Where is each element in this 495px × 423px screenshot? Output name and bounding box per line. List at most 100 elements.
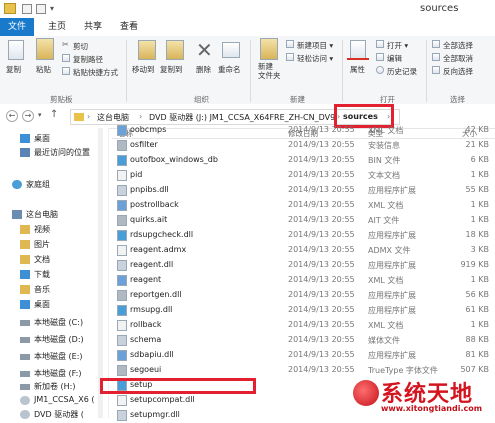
select-all-button[interactable]: 全部选择 — [443, 40, 473, 51]
cut-icon[interactable]: ✂ — [62, 40, 70, 49]
file-name: rdsupgcheck.dll — [130, 230, 194, 239]
tab-share[interactable]: 共享 — [78, 18, 108, 36]
delete-button[interactable]: 删除 — [196, 64, 211, 75]
history-button[interactable]: 历史记录 — [387, 66, 417, 77]
select-all-icon[interactable] — [432, 40, 440, 48]
file-row[interactable]: postrollback 2014/9/13 20:55 XML 文档 1 KB — [112, 198, 495, 213]
tab-view[interactable]: 查看 — [114, 18, 144, 36]
file-row[interactable]: sdbapiu.dll 2014/9/13 20:55 应用程序扩展 81 KB — [112, 348, 495, 363]
invert-selection-icon[interactable] — [432, 66, 440, 74]
back-icon[interactable]: ← — [6, 110, 18, 122]
file-date: 2014/9/13 20:55 — [288, 290, 355, 299]
file-row[interactable]: pid 2014/9/13 20:55 文本文档 1 KB — [112, 168, 495, 183]
file-date: 2014/9/13 20:55 — [288, 320, 355, 329]
up-icon[interactable]: ↑ — [50, 109, 58, 120]
cut-button[interactable]: 剪切 — [73, 41, 88, 52]
file-icon — [117, 245, 127, 256]
properties-button[interactable]: 属性 — [350, 64, 365, 75]
new-folder-button[interactable]: 新建 文件夹 — [258, 62, 281, 80]
file-date: 2014/9/13 20:55 — [288, 260, 355, 269]
file-type: 应用程序扩展 — [368, 186, 416, 195]
properties-quick-icon[interactable] — [22, 4, 32, 14]
open-icon[interactable] — [376, 40, 384, 48]
file-row[interactable]: outofbox_windows_db 2014/9/13 20:55 BIN 文件… — [112, 153, 495, 168]
file-row[interactable]: oobcmps 2014/9/13 20:55 XML 文档 42 KB — [112, 123, 495, 138]
file-name: quirks.ait — [130, 215, 168, 224]
edit-icon[interactable] — [376, 53, 384, 61]
open-button[interactable]: 打开 ▾ — [387, 40, 408, 51]
file-icon — [117, 155, 127, 166]
breadcrumb-item-dvd-drive[interactable]: DVD 驱动器 (J:) JM1_CCSA_X64FRE_ZH-CN_DV9 — [149, 112, 335, 123]
copy-button[interactable]: 复制 — [6, 64, 21, 75]
desktop-folder-icon — [20, 300, 30, 309]
file-icon — [117, 305, 127, 316]
nav-scrollbar[interactable] — [98, 128, 103, 418]
new-folder-icon[interactable] — [260, 38, 278, 60]
file-icon — [117, 350, 127, 361]
copy-icon[interactable] — [8, 40, 24, 60]
file-size: 21 KB — [465, 140, 489, 149]
new-item-icon[interactable] — [286, 40, 294, 48]
file-icon — [117, 260, 127, 271]
breadcrumb-separator: › — [139, 112, 143, 121]
file-row[interactable]: osfilter 2014/9/13 20:55 安装信息 21 KB — [112, 138, 495, 153]
paste-shortcut-button[interactable]: 粘贴快捷方式 — [73, 67, 118, 78]
file-name: osfilter — [130, 140, 158, 149]
file-row[interactable]: reagent.dll 2014/9/13 20:55 应用程序扩展 919 KB — [112, 258, 495, 273]
file-icon — [117, 335, 127, 346]
paste-icon[interactable] — [36, 38, 54, 60]
desktop-icon — [20, 134, 30, 143]
file-row[interactable]: reagent.admx 2014/9/13 20:55 ADMX 文件 3 KB — [112, 243, 495, 258]
title-bar: ▾ sources — [0, 0, 495, 18]
file-icon — [117, 320, 127, 331]
quick-access-dropdown-icon[interactable]: ▾ — [50, 4, 54, 13]
pictures-folder-icon — [20, 240, 30, 249]
copy-path-button[interactable]: 复制路径 — [73, 54, 103, 65]
file-row[interactable]: rmsupg.dll 2014/9/13 20:55 应用程序扩展 61 KB — [112, 303, 495, 318]
easy-access-icon[interactable] — [286, 53, 294, 61]
file-size: 1 KB — [470, 320, 489, 329]
file-row[interactable]: reportgen.dll 2014/9/13 20:55 应用程序扩展 56 KB — [112, 288, 495, 303]
file-type: 应用程序扩展 — [368, 261, 416, 270]
file-row[interactable]: pnpibs.dll 2014/9/13 20:55 应用程序扩展 55 KB — [112, 183, 495, 198]
select-none-button[interactable]: 全部取消 — [443, 53, 473, 64]
recent-locations-dropdown-icon[interactable]: ▾ — [38, 111, 42, 119]
folder-icon — [74, 113, 84, 121]
edit-button[interactable]: 编辑 — [387, 53, 402, 64]
file-row[interactable]: rdsupgcheck.dll 2014/9/13 20:55 应用程序扩展 18 K… — [112, 228, 495, 243]
copy-to-icon[interactable] — [166, 40, 184, 60]
rename-button[interactable]: 重命名 — [218, 64, 241, 75]
tab-home[interactable]: 主页 — [42, 18, 72, 36]
file-row[interactable]: rollback 2014/9/13 20:55 XML 文档 1 KB — [112, 318, 495, 333]
move-to-button[interactable]: 移动到 — [132, 64, 155, 75]
invert-selection-button[interactable]: 反向选择 — [443, 66, 473, 77]
breadcrumb-item-this-pc[interactable]: 这台电脑 — [97, 112, 129, 123]
file-row[interactable]: reagent 2014/9/13 20:55 XML 文档 1 KB — [112, 273, 495, 288]
file-name: pid — [130, 170, 143, 179]
new-item-button[interactable]: 新建项目 ▾ — [297, 40, 333, 51]
recent-icon — [20, 148, 30, 157]
file-date: 2014/9/13 20:55 — [288, 125, 355, 134]
properties-icon[interactable] — [350, 40, 366, 60]
file-row[interactable]: schema 2014/9/13 20:55 媒体文件 88 KB — [112, 333, 495, 348]
tab-file[interactable]: 文件 — [0, 18, 34, 36]
history-icon[interactable] — [376, 66, 384, 74]
file-size: 81 KB — [465, 350, 489, 359]
forward-icon[interactable]: → — [22, 110, 34, 122]
file-row[interactable]: quirks.ait 2014/9/13 20:55 AIT 文件 1 KB — [112, 213, 495, 228]
copy-path-icon[interactable] — [62, 54, 70, 62]
paste-button[interactable]: 粘贴 — [36, 64, 51, 75]
file-icon — [117, 230, 127, 241]
paste-shortcut-icon[interactable] — [62, 67, 70, 75]
rename-icon[interactable] — [222, 42, 240, 58]
new-folder-quick-icon[interactable] — [36, 4, 46, 14]
delete-icon[interactable]: ✕ — [196, 38, 213, 62]
easy-access-button[interactable]: 轻松访问 ▾ — [297, 53, 333, 64]
file-size: 55 KB — [465, 185, 489, 194]
select-none-icon[interactable] — [432, 53, 440, 61]
file-name: pnpibs.dll — [130, 185, 169, 194]
move-to-icon[interactable] — [138, 40, 156, 60]
group-divider — [250, 40, 251, 102]
file-size: 1 KB — [470, 200, 489, 209]
copy-to-button[interactable]: 复制到 — [160, 64, 183, 75]
